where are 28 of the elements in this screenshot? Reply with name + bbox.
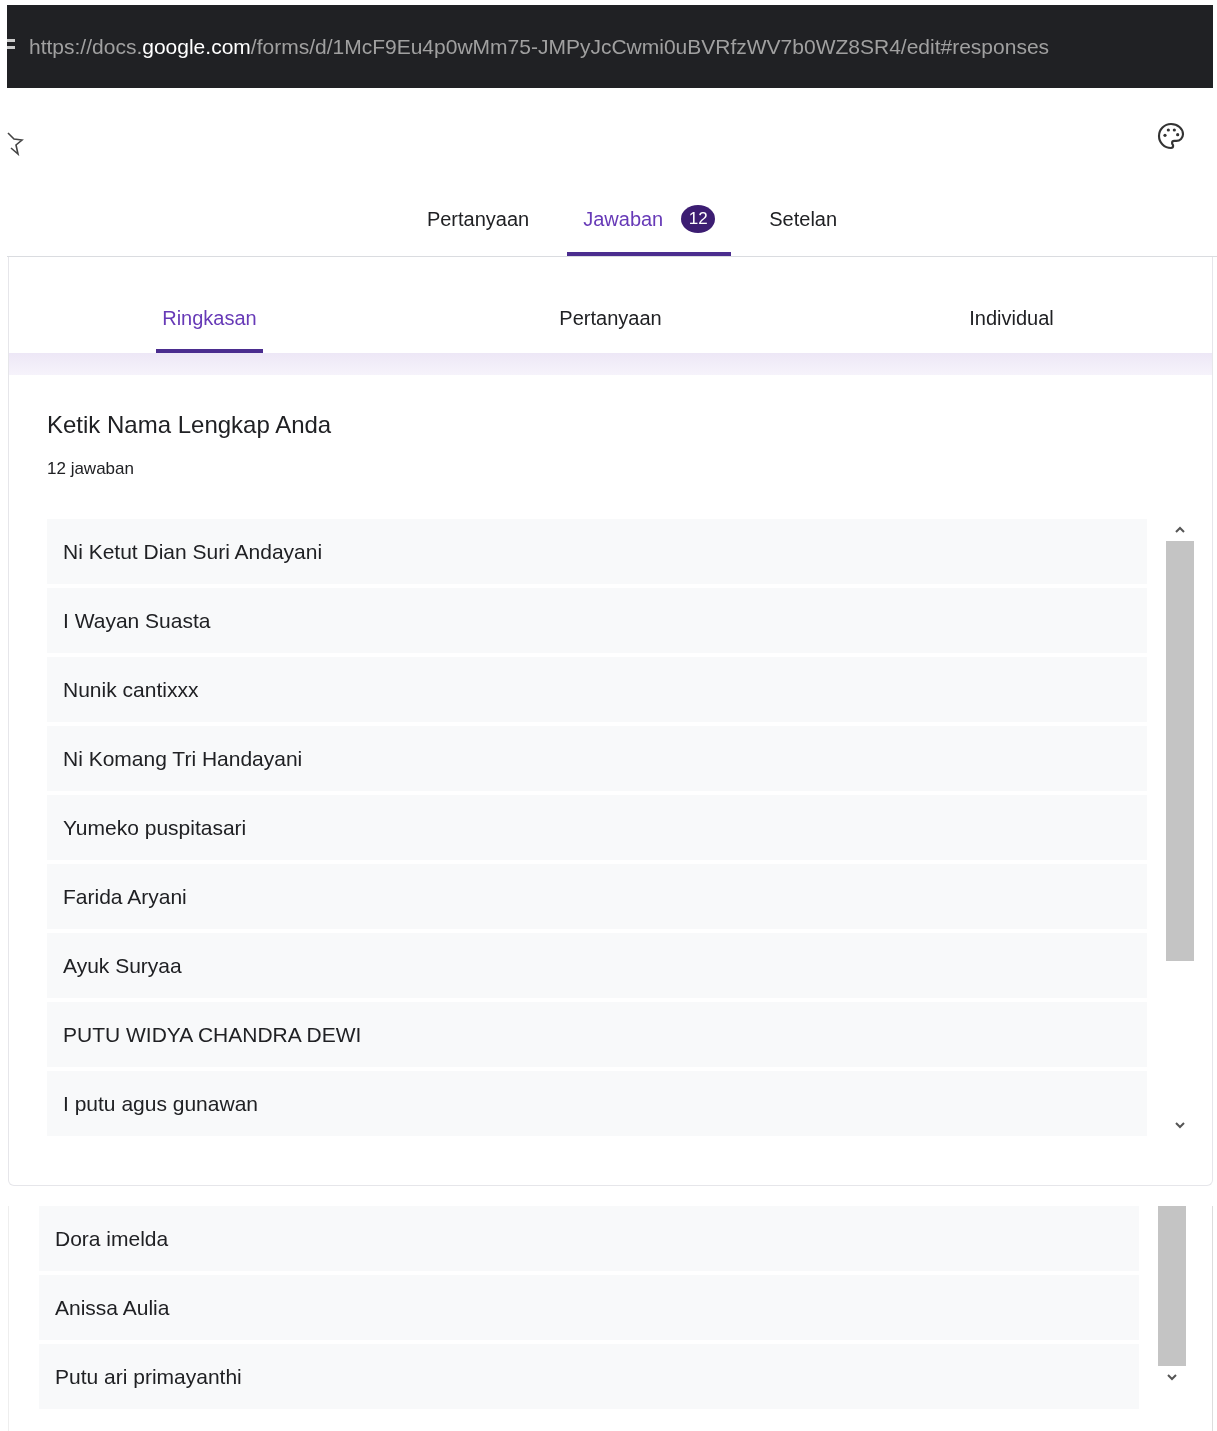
url-text[interactable]: https://docs. [29, 34, 143, 58]
response-row: Ayuk Suryaa [47, 933, 1147, 998]
scroll-down-icon[interactable] [1174, 1120, 1186, 1130]
scroll-up-icon[interactable] [1174, 525, 1186, 535]
subtab[interactable]: Pertanyaan [553, 257, 668, 353]
response-row: Ni Komang Tri Handayani [47, 726, 1147, 791]
response-count: 12 jawaban [47, 459, 135, 479]
response-row: Dora imelda [39, 1206, 1139, 1271]
url-text[interactable]: google.com [142, 34, 251, 58]
response-row: Farida Aryani [47, 864, 1147, 929]
tab[interactable]: Setelan [753, 198, 854, 256]
tab[interactable]: Pertanyaan [410, 198, 546, 256]
response-row: Anissa Aulia [39, 1275, 1139, 1340]
response-row: I Wayan Suasta [47, 588, 1147, 653]
site-info-icon[interactable] [7, 38, 15, 49]
response-row: Putu ari primayanthi [39, 1344, 1139, 1409]
response-row: Yumeko puspitasari [47, 795, 1147, 860]
response-row: Ni Ketut Dian Suri Andayani [47, 519, 1147, 584]
response-row: PUTU WIDYA CHANDRA DEWI [47, 1002, 1147, 1067]
tab[interactable]: Jawaban 12 [567, 198, 732, 256]
response-row: I putu agus gunawan [47, 1071, 1147, 1136]
palette-icon[interactable] [1155, 120, 1187, 152]
response-row: Nunik cantixxx [47, 657, 1147, 722]
count-badge: 12 [681, 205, 716, 233]
scroll-down-icon[interactable] [1166, 1372, 1178, 1382]
subtab[interactable]: Individual [963, 257, 1060, 353]
url-text[interactable]: /forms/d/1McF9Eu4p0wMm75-JMPyJcCwmi0uBVRfzWV7b0WZ8SR4/edit#responses [250, 34, 1050, 58]
question-title: Ketik Nama Lengkap Anda [47, 411, 333, 439]
